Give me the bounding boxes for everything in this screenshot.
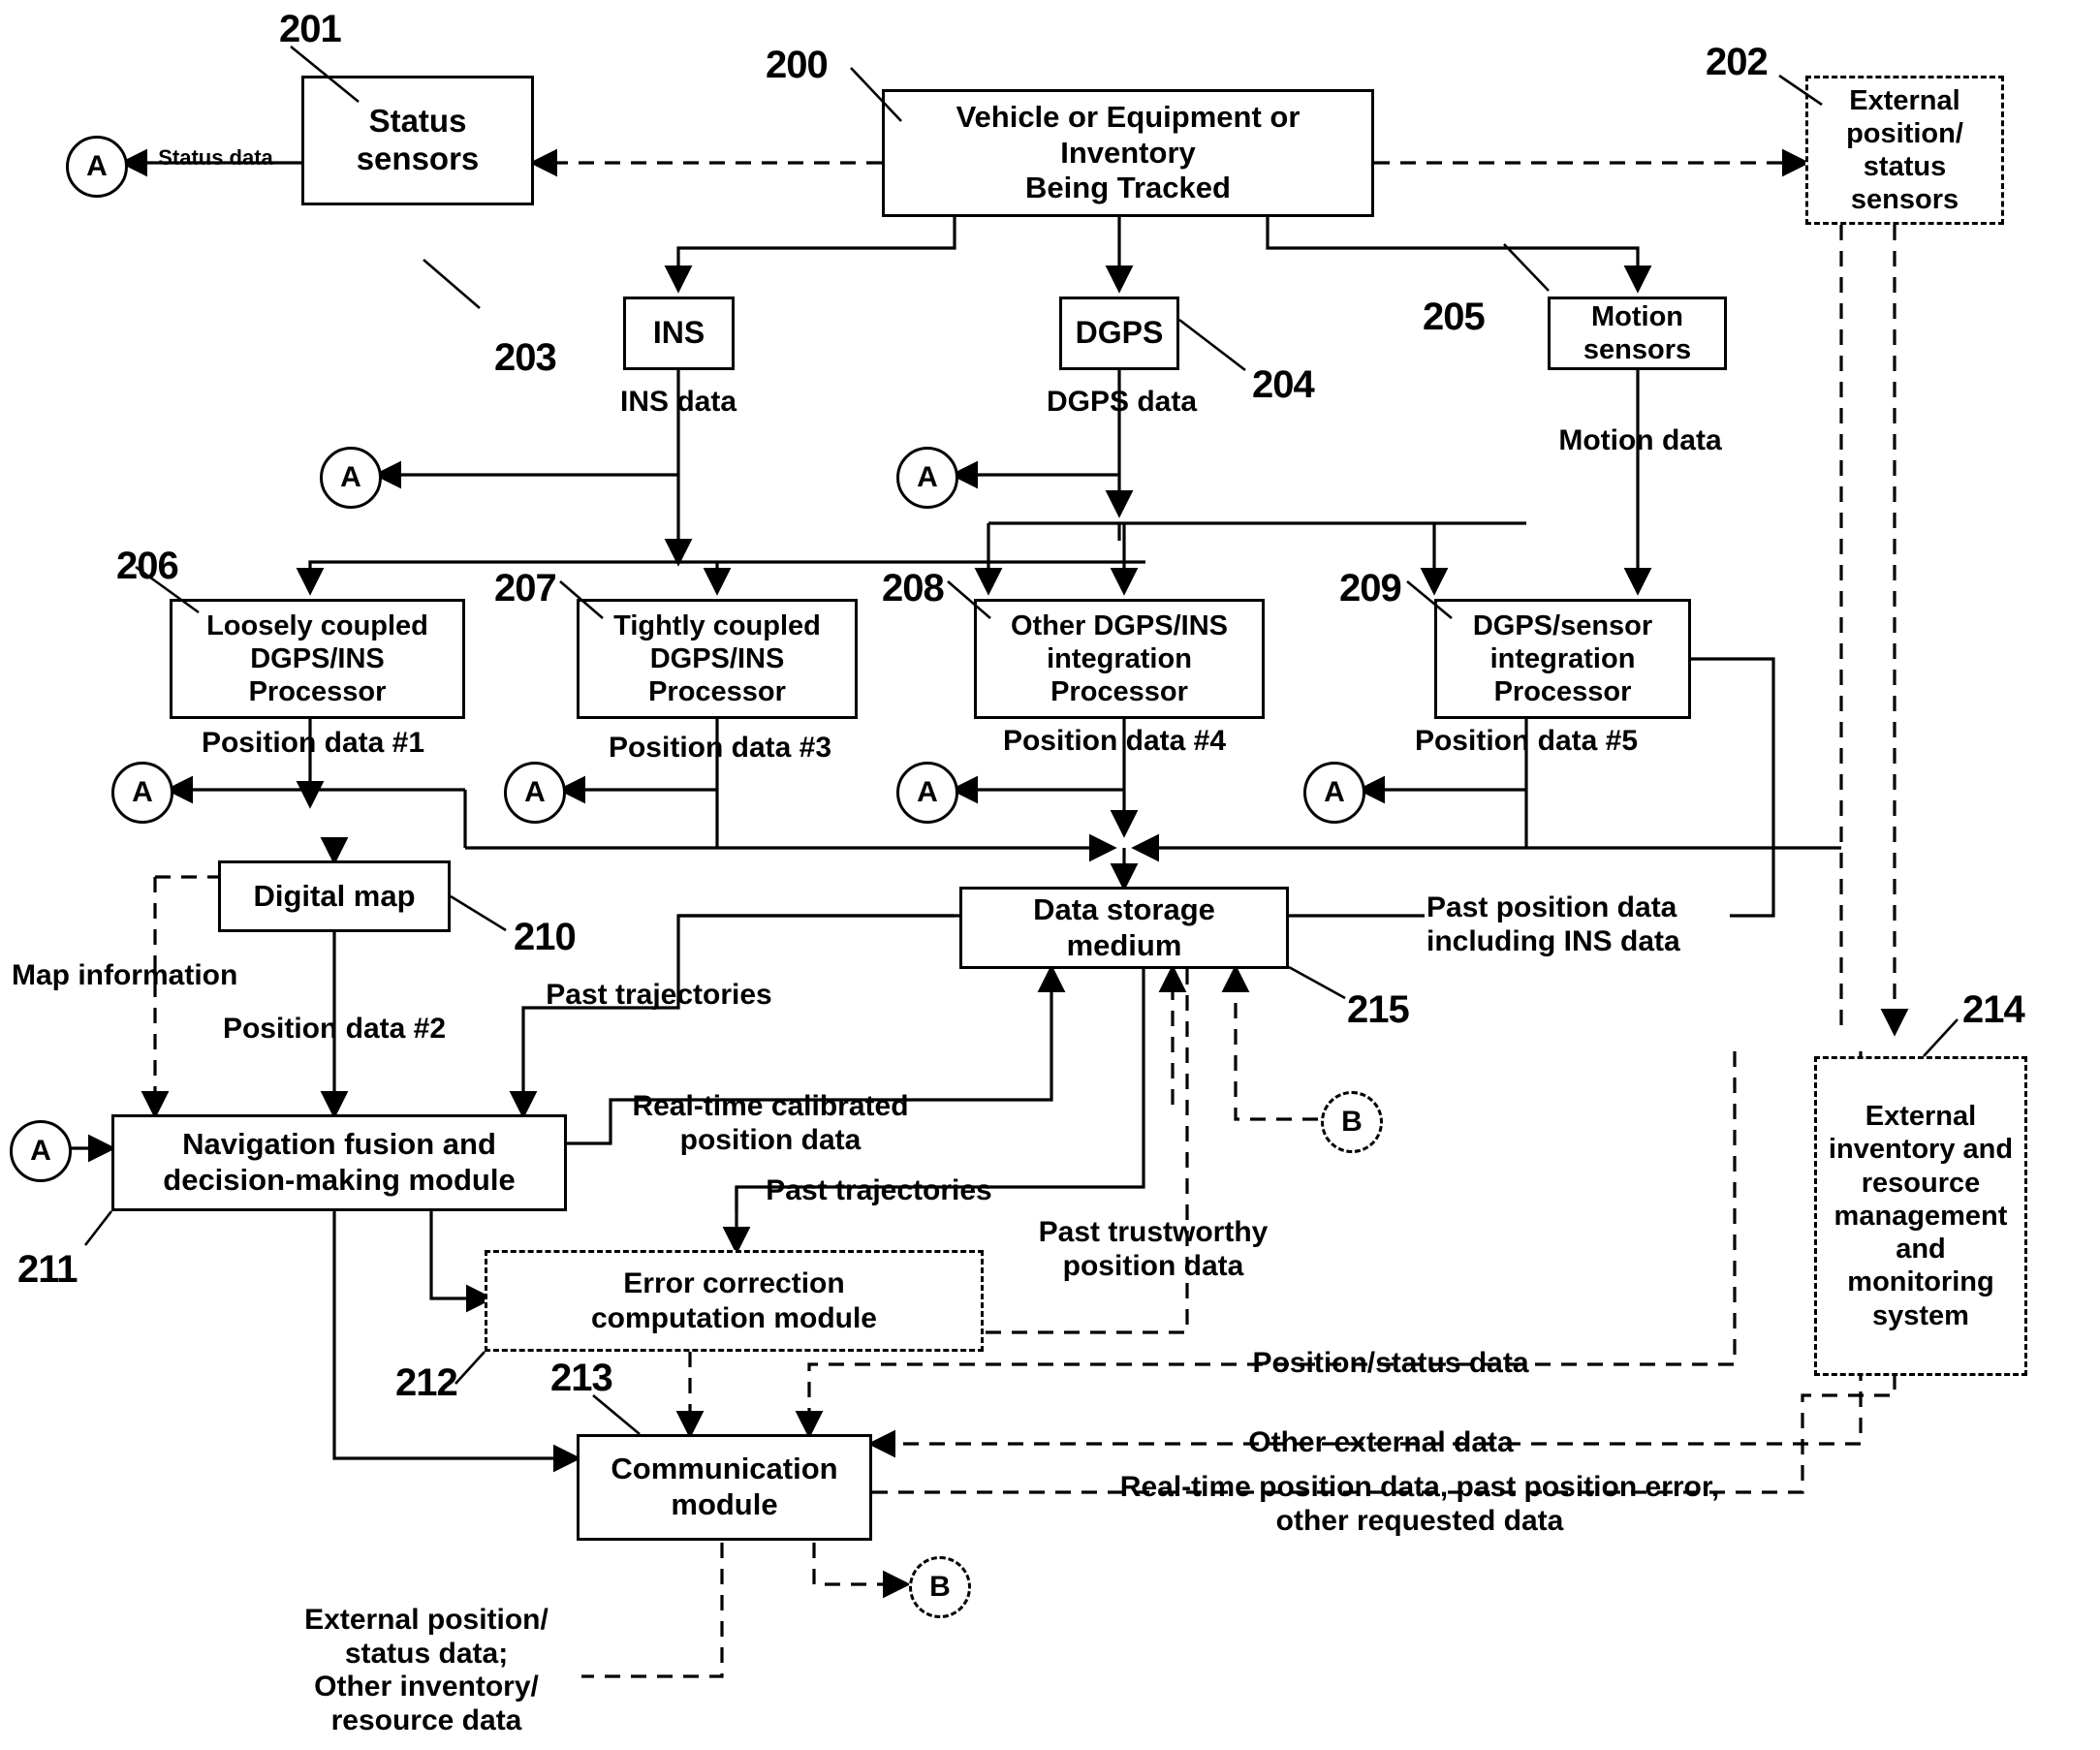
box-label: Tightly coupled DGPS/INS Processor	[613, 609, 821, 708]
label-realtime-calibrated-position-data: Real-time calibrated position data	[632, 1090, 909, 1156]
connector-label: A	[917, 776, 938, 808]
box-label: DGPS	[1075, 315, 1164, 351]
box-data-storage-medium[interactable]: Data storage medium	[959, 887, 1289, 969]
connector-b-communication[interactable]: B	[909, 1556, 971, 1618]
connector-a-navigation-input[interactable]: A	[10, 1120, 72, 1182]
box-label: Navigation fusion and decision-making mo…	[163, 1127, 516, 1197]
box-digital-map[interactable]: Digital map	[218, 860, 451, 932]
connector-a-dgps-data[interactable]: A	[896, 447, 958, 509]
box-motion-sensors[interactable]: Motion sensors	[1548, 297, 1727, 370]
box-label: Data storage medium	[1033, 891, 1215, 962]
box-vehicle-being-tracked[interactable]: Vehicle or Equipment or Inventory Being …	[882, 89, 1374, 217]
label-position-data-3: Position data #3	[608, 732, 832, 764]
box-label: Vehicle or Equipment or Inventory Being …	[956, 100, 1301, 205]
ref-numeral-215: 215	[1347, 988, 1410, 1031]
label-position-data-4: Position data #4	[1002, 725, 1227, 757]
ref-numeral-201: 201	[279, 8, 342, 50]
label-external-position-status-data: External position/ status data; Other in…	[304, 1604, 549, 1736]
box-label: Digital map	[253, 878, 416, 913]
box-label: Error correction computation module	[591, 1267, 877, 1334]
connector-label: A	[524, 776, 546, 808]
box-external-inventory-system[interactable]: External inventory and resource manageme…	[1814, 1056, 2027, 1376]
connector-b-data-storage[interactable]: B	[1321, 1091, 1383, 1153]
box-other-integration-processor[interactable]: Other DGPS/INS integration Processor	[974, 599, 1265, 719]
ref-numeral-202: 202	[1706, 41, 1769, 83]
box-dgps[interactable]: DGPS	[1059, 297, 1179, 370]
ref-numeral-204: 204	[1252, 363, 1315, 406]
ref-numeral-203: 203	[494, 336, 557, 379]
label-position-data-5: Position data #5	[1414, 725, 1639, 757]
ref-numeral-209: 209	[1339, 567, 1402, 609]
label-realtime-position-data: Real-time position data, past position e…	[1119, 1471, 1720, 1537]
label-motion-data: Motion data	[1558, 424, 1722, 456]
connector-label: A	[30, 1135, 51, 1167]
box-status-sensors[interactable]: Status sensors	[301, 76, 534, 205]
connector-label: A	[132, 776, 153, 808]
box-dgps-sensor-integration-processor[interactable]: DGPS/sensor integration Processor	[1434, 599, 1691, 719]
box-label: INS	[652, 315, 705, 351]
label-past-trustworthy-position-data: Past trustworthy position data	[1038, 1216, 1269, 1282]
connector-label: A	[86, 150, 108, 182]
box-label: External position/ status sensors	[1846, 84, 1963, 216]
box-label: Motion sensors	[1583, 300, 1692, 365]
ref-numeral-210: 210	[514, 916, 577, 958]
label-past-trajectories-mid: Past trajectories	[766, 1174, 992, 1206]
connector-label: B	[929, 1571, 951, 1603]
label-past-trajectories-top: Past trajectories	[546, 979, 772, 1011]
patent-block-diagram: Status sensors Vehicle or Equipment or I…	[0, 0, 2100, 1750]
box-error-correction-module[interactable]: Error correction computation module	[485, 1250, 984, 1352]
connector-label: A	[917, 461, 938, 493]
connector-a-position-data-5[interactable]: A	[1303, 762, 1365, 824]
connector-a-position-data-1[interactable]: A	[111, 762, 173, 824]
ref-numeral-205: 205	[1423, 296, 1486, 338]
ref-numeral-214: 214	[1962, 988, 2025, 1031]
box-label: Other DGPS/INS integration Processor	[1011, 609, 1228, 708]
ref-numeral-213: 213	[550, 1357, 613, 1399]
label-position-data-1: Position data #1	[201, 727, 425, 759]
box-tightly-coupled-processor[interactable]: Tightly coupled DGPS/INS Processor	[577, 599, 858, 719]
ref-numeral-206: 206	[116, 545, 179, 587]
box-label: DGPS/sensor integration Processor	[1472, 609, 1653, 708]
ref-numeral-211: 211	[17, 1248, 78, 1291]
box-label: Status sensors	[356, 103, 480, 176]
box-label: Loosely coupled DGPS/INS Processor	[206, 609, 428, 708]
box-loosely-coupled-processor[interactable]: Loosely coupled DGPS/INS Processor	[170, 599, 465, 719]
connector-label: A	[340, 461, 361, 493]
label-position-status-data: Position/status data	[1252, 1347, 1529, 1379]
box-navigation-fusion-module[interactable]: Navigation fusion and decision-making mo…	[111, 1114, 567, 1211]
connector-label: B	[1341, 1106, 1363, 1138]
connector-a-ins-data[interactable]: A	[320, 447, 382, 509]
box-communication-module[interactable]: Communication module	[577, 1434, 872, 1541]
box-label: External inventory and resource manageme…	[1828, 1101, 2014, 1331]
box-external-position-status-sensors[interactable]: External position/ status sensors	[1805, 76, 2004, 225]
ref-numeral-212: 212	[395, 1361, 458, 1404]
label-status-data: Status data	[158, 145, 273, 170]
ref-numeral-207: 207	[494, 567, 557, 609]
label-map-information: Map information	[12, 959, 238, 991]
label-position-data-2: Position data #2	[222, 1013, 447, 1045]
connector-a-status-data[interactable]: A	[66, 136, 128, 198]
label-dgps-data: DGPS data	[1046, 386, 1198, 418]
label-past-position-data-ins: Past position data including INS data	[1426, 891, 1680, 957]
connector-label: A	[1324, 776, 1345, 808]
connector-a-position-data-3[interactable]: A	[504, 762, 566, 824]
box-label: Communication module	[611, 1452, 838, 1521]
box-ins[interactable]: INS	[623, 297, 735, 370]
ref-numeral-200: 200	[766, 44, 829, 86]
label-other-external-data: Other external data	[1248, 1426, 1514, 1458]
connector-a-position-data-4[interactable]: A	[896, 762, 958, 824]
label-ins-data: INS data	[619, 386, 737, 418]
ref-numeral-208: 208	[882, 567, 945, 609]
